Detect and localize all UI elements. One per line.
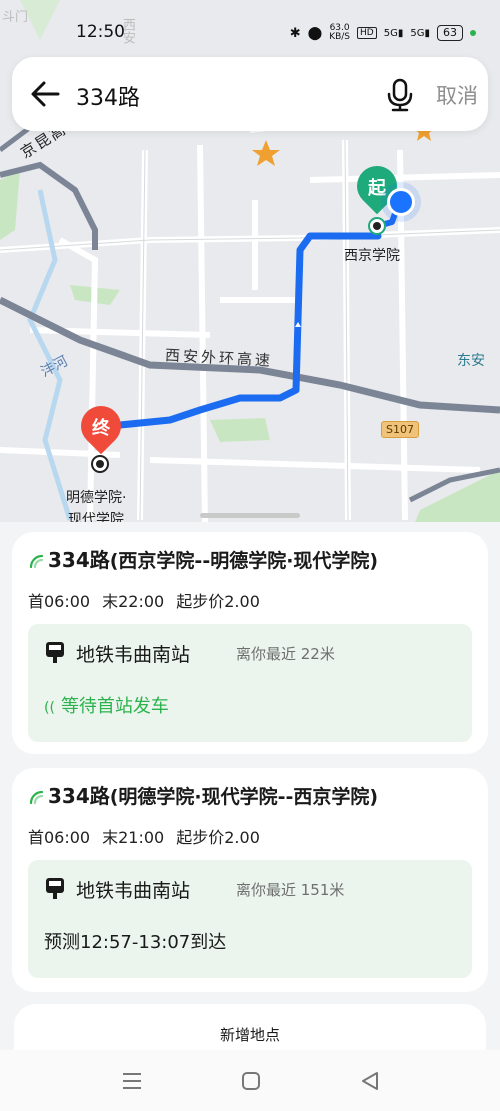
arrival-status: (( 等待首站发车 bbox=[44, 692, 169, 718]
bluetooth-icon: ✱ bbox=[289, 25, 301, 41]
arrival-status: 预测12:57-13:07到达 bbox=[44, 932, 227, 953]
map-label-start-stop: 西京学院 bbox=[344, 248, 400, 264]
drag-handle[interactable] bbox=[200, 513, 300, 518]
back-triangle-icon[interactable] bbox=[358, 1070, 382, 1092]
route-number: 334路 bbox=[48, 548, 110, 572]
system-nav-bar bbox=[0, 1050, 500, 1111]
current-location-dot bbox=[387, 188, 415, 216]
hd-badge: HD bbox=[357, 27, 377, 39]
battery-icon: 63 bbox=[437, 25, 463, 41]
home-icon[interactable] bbox=[239, 1070, 263, 1092]
route-schedule: 首06:00 末22:00 起步价2.00 bbox=[28, 588, 272, 612]
end-stop-marker bbox=[91, 455, 109, 473]
status-time: 12:50 bbox=[76, 22, 125, 42]
fare: 起步价2.00 bbox=[176, 592, 260, 611]
status-icons: ✱ ⬤ 63.0 KB/S HD 5G▮ 5G▮ 63 bbox=[290, 24, 476, 42]
route-title: 334路(西京学院--明德学院·现代学院) bbox=[28, 544, 378, 573]
cancel-button[interactable]: 取消 bbox=[436, 80, 478, 110]
end-pin[interactable]: 终 bbox=[72, 397, 130, 455]
route-schedule: 首06:00 末21:00 起步价2.00 bbox=[28, 824, 272, 848]
last-bus: 末22:00 bbox=[102, 592, 165, 611]
road-shield-s107: S107 bbox=[381, 421, 419, 438]
status-bar: 12:50 ✱ ⬤ 63.0 KB/S HD 5G▮ 5G▮ 63 bbox=[0, 0, 500, 64]
first-bus: 首06:00 bbox=[28, 828, 91, 847]
signal-1-label: 5G bbox=[383, 27, 398, 39]
route-card-1[interactable]: 334路(西京学院--明德学院·现代学院) 首06:00 末22:00 起步价2.0… bbox=[12, 532, 488, 754]
search-bar: 334路 取消 bbox=[12, 57, 488, 131]
net-speed-unit: KB/S bbox=[329, 32, 351, 42]
back-arrow-icon[interactable] bbox=[28, 76, 64, 112]
realtime-signal-icon bbox=[29, 790, 44, 805]
signal-2-label: 5G bbox=[410, 27, 425, 39]
stop-distance: 离你最近 151米 bbox=[236, 881, 345, 899]
location-icon: ⬤ bbox=[307, 25, 323, 41]
bus-stop-icon bbox=[46, 642, 64, 663]
route-direction: (西京学院--明德学院·现代学院) bbox=[109, 550, 379, 572]
stop-distance: 离你最近 22米 bbox=[236, 645, 335, 663]
route-number: 334路 bbox=[48, 784, 110, 808]
signal-2-icon: 5G▮ bbox=[410, 27, 430, 39]
end-pin-label: 终 bbox=[92, 418, 110, 439]
map-label-end-stop-1: 明德学院· bbox=[66, 490, 127, 506]
microphone-icon[interactable] bbox=[384, 77, 416, 113]
stop-name: 地铁韦曲南站 bbox=[76, 880, 191, 902]
privacy-dot-icon bbox=[470, 30, 476, 36]
arrival-status-text: 等待首站发车 bbox=[60, 696, 169, 717]
stop-name: 地铁韦曲南站 bbox=[76, 644, 191, 666]
first-bus: 首06:00 bbox=[28, 592, 91, 611]
fare: 起步价2.00 bbox=[176, 828, 260, 847]
route-direction: (明德学院·现代学院--西京学院) bbox=[109, 786, 379, 808]
bus-stop-icon bbox=[46, 878, 64, 899]
nearest-stop-box[interactable]: 地铁韦曲南站 离你最近 22米 (( 等待首站发车 bbox=[28, 624, 472, 742]
realtime-wave-icon: (( bbox=[44, 700, 55, 716]
nearest-stop-box[interactable]: 地铁韦曲南站 离你最近 151米 预测12:57-13:07到达 bbox=[28, 860, 472, 978]
start-stop-marker bbox=[368, 217, 386, 235]
signal-1-icon: 5G▮ bbox=[383, 27, 404, 39]
net-speed: 63.0 KB/S bbox=[329, 24, 350, 42]
realtime-signal-icon bbox=[29, 554, 44, 569]
menu-icon[interactable] bbox=[120, 1070, 144, 1092]
route-title: 334路(明德学院·现代学院--西京学院) bbox=[28, 780, 378, 809]
last-bus: 末21:00 bbox=[102, 828, 165, 847]
add-location-button[interactable]: 新增地点 bbox=[14, 1024, 486, 1045]
route-card-2[interactable]: 334路(明德学院·现代学院--西京学院) 首06:00 末21:00 起步价2.0… bbox=[12, 768, 488, 992]
search-input[interactable]: 334路 bbox=[76, 80, 140, 112]
map-label-dongan: 东安 bbox=[457, 353, 485, 369]
